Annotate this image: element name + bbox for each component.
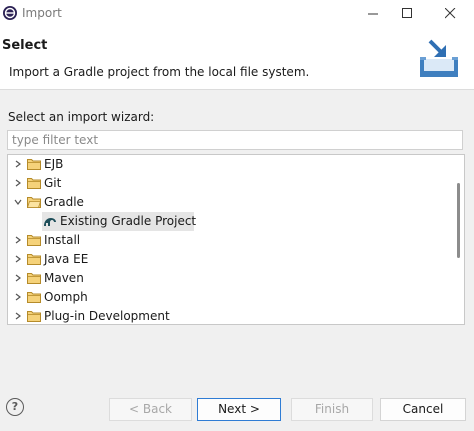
window-title: Import — [22, 6, 62, 20]
maximize-icon — [402, 8, 412, 18]
back-button[interactable]: < Back — [109, 398, 192, 421]
help-button[interactable]: ? — [6, 398, 24, 416]
tree-item-label: EJB — [44, 157, 64, 171]
folder-icon — [27, 292, 41, 303]
wizard-header: Select Import a Gradle project from the … — [0, 27, 474, 90]
filter-input[interactable] — [7, 130, 463, 150]
tree-item-java-ee[interactable]: Java EE — [8, 250, 448, 269]
folder-icon — [27, 159, 41, 170]
tree-item-label: Gradle — [44, 195, 84, 209]
folder-icon — [27, 311, 41, 322]
tree-item-git[interactable]: Git — [8, 174, 448, 193]
eclipse-app-icon — [3, 6, 17, 20]
chevron-right-icon[interactable] — [13, 178, 23, 188]
tree-item-label: Install — [44, 233, 81, 247]
tree-item-label: Oomph — [44, 290, 88, 304]
maximize-button[interactable] — [386, 0, 428, 27]
tree-scrollbar[interactable] — [452, 155, 464, 324]
gradle-elephant-icon — [44, 218, 56, 226]
title-bar: Import — [0, 0, 474, 27]
folder-icon — [27, 178, 41, 189]
tree-item-gradle[interactable]: Gradle — [8, 193, 448, 212]
chevron-right-icon[interactable] — [13, 235, 23, 245]
chevron-right-icon[interactable] — [13, 292, 23, 302]
page-description: Import a Gradle project from the local f… — [9, 65, 310, 79]
tree-item-label: Java EE — [44, 252, 89, 266]
minimize-icon — [368, 13, 378, 15]
folder-icon — [27, 273, 41, 284]
chevron-right-icon[interactable] — [13, 254, 23, 264]
chevron-right-icon[interactable] — [13, 311, 23, 321]
tree-item-label: Plug-in Development — [44, 309, 170, 323]
tree-item-install[interactable]: Install — [8, 231, 448, 250]
tree-item-plug-in-development[interactable]: Plug-in Development — [8, 307, 448, 324]
chevron-down-icon[interactable] — [13, 197, 23, 207]
next-button[interactable]: Next > — [197, 398, 281, 421]
folder-icon — [27, 235, 41, 246]
folder-icon — [27, 254, 41, 265]
wizard-tree[interactable]: EJB Git Gradle Existing Gradle Project I… — [7, 154, 465, 325]
folder-open-icon — [27, 197, 41, 208]
tree-item-existing-gradle-project[interactable]: Existing Gradle Project — [8, 212, 448, 231]
scrollbar-thumb[interactable] — [457, 183, 460, 258]
chevron-right-icon[interactable] — [13, 159, 23, 169]
cancel-button[interactable]: Cancel — [380, 398, 466, 421]
tree-item-ejb[interactable]: EJB — [8, 155, 448, 174]
close-icon — [445, 8, 456, 19]
import-wizard-label: Select an import wizard: — [8, 110, 155, 124]
close-button[interactable] — [429, 0, 471, 27]
tree-item-label: Git — [44, 176, 62, 190]
tree-item-oomph[interactable]: Oomph — [8, 288, 448, 307]
chevron-right-icon[interactable] — [13, 273, 23, 283]
tree-item-label: Existing Gradle Project — [60, 214, 197, 228]
tree-item-maven[interactable]: Maven — [8, 269, 448, 288]
page-title: Select — [2, 38, 48, 53]
import-banner-icon — [420, 39, 458, 77]
finish-button[interactable]: Finish — [291, 398, 373, 421]
tree-item-label: Maven — [44, 271, 84, 285]
